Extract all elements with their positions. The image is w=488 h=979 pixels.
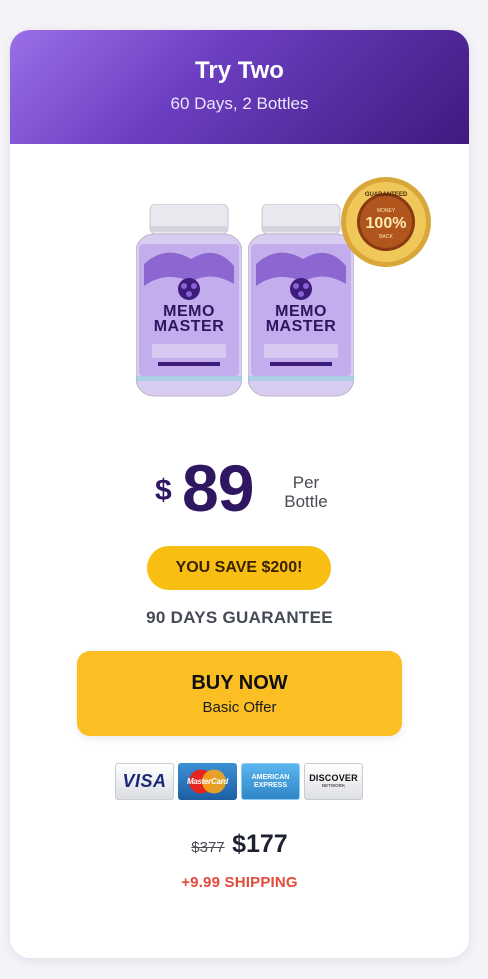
bottle-brand-line2: MASTER [153,318,225,335]
badge-top-text: GUARANTEED [365,192,408,198]
per-bottle-label: Per Bottle [276,473,336,511]
payment-methods: VISA MasterCard AMERICAN EXPRESS DISCOVE… [115,763,365,800]
offer-header: Try Two 60 Days, 2 Bottles [10,30,469,144]
bottle-brand-line1: MEMO [163,303,215,320]
buy-now-label: BUY NOW [191,672,288,694]
bottle-1: MEMO MASTER [135,203,243,402]
amex-line1: AMERICAN [251,773,290,781]
amex-icon: AMERICAN EXPRESS [241,763,300,800]
bottle-brand-2: MEMO MASTER [248,303,354,335]
badge-back-text: BACK [379,234,393,240]
savings-badge: YOU SAVE $200! [147,546,331,590]
buy-now-button[interactable]: BUY NOW Basic Offer [77,651,402,736]
total-price-row: $377 $177 [10,830,469,859]
price-currency: $ [155,474,172,507]
per-bottle-line1: Per [292,473,320,492]
visa-text: VISA [122,771,167,791]
amex-line2: EXPRESS [253,781,288,789]
visa-icon: VISA [115,763,174,800]
bottles-image: MEMO MASTER MEMO MASTER [135,203,358,402]
bottle-2-brand-line1: MEMO [275,303,327,320]
per-bottle-line2: Bottle [284,492,328,511]
badge-money-text: MONEY [377,208,396,214]
amex-text: AMERICAN EXPRESS [252,774,290,790]
mastercard-text: MasterCard [186,777,229,786]
price-per-bottle: 89 [182,451,254,525]
discover-network-text: NETWORK [321,783,346,788]
bottle-2: MEMO MASTER [247,203,355,402]
bottle-brand: MEMO MASTER [136,303,242,335]
shipping-cost: +9.99 SHIPPING [181,874,298,891]
buy-now-sublabel: Basic Offer [202,699,277,716]
total-price: $177 [232,830,288,858]
badge-percent-text: 100% [366,215,407,232]
product-image: MEMO MASTER MEMO MASTER GUARANTEED MONEY… [10,144,469,400]
original-price: $377 [191,839,225,856]
plan-title: Try Two [195,57,284,84]
discover-text: DISCOVER [309,773,358,783]
plan-subtitle: 60 Days, 2 Bottles [170,94,309,113]
guarantee-text: 90 DAYS GUARANTEE [146,608,333,627]
offer-card: Try Two 60 Days, 2 Bottles MEMO MASTER M… [10,30,469,958]
discover-icon: DISCOVER NETWORK [304,763,363,800]
bottle-2-brand-line2: MASTER [265,318,337,335]
money-back-badge-icon: GUARANTEED MONEY 100% BACK [340,176,432,268]
mastercard-icon: MasterCard [178,763,237,800]
